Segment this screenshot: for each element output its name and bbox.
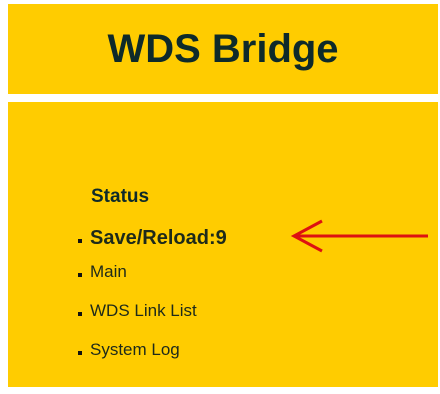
bullet-icon: [78, 350, 82, 355]
menu-item-main[interactable]: Main: [78, 262, 127, 282]
bullet-icon: [78, 272, 82, 277]
menu-item-system-log[interactable]: System Log: [78, 340, 180, 360]
menu-item-label: Main: [90, 262, 127, 281]
menu-item-label: Save/Reload:9: [90, 227, 227, 249]
header-banner: WDS Bridge: [8, 4, 438, 94]
bullet-icon: [78, 238, 82, 243]
menu-item-wds-link-list[interactable]: WDS Link List: [78, 301, 197, 321]
left-arrow-icon: [290, 219, 428, 253]
header-divider: [8, 94, 438, 102]
bullet-icon: [78, 311, 82, 316]
page-title: WDS Bridge: [107, 27, 339, 71]
menu-item-label: WDS Link List: [90, 301, 197, 320]
menu-item-label: System Log: [90, 340, 180, 359]
wds-bridge-screen: WDS Bridge Status Save/Reload:9 Main WDS…: [0, 0, 440, 394]
status-heading: Status: [91, 186, 150, 207]
menu-item-save-reload[interactable]: Save/Reload:9: [78, 226, 227, 250]
